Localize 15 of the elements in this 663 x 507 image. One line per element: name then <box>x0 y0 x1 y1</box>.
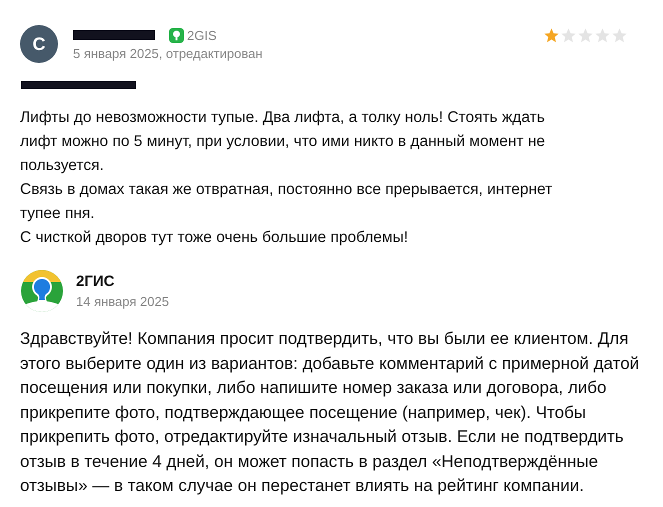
star-icon <box>577 27 594 44</box>
reply-text: Здравствуйте! Компания просит подтвердить, что вы были ее клиентом. Для этого выберите один из вариантов: добавьте комментарий с примерной датой посещения или покупки, либо напишите номер заказа или договора, либо прикрепите фото, подтверждающее посещение (например, чек). Чтобы прикрепить фото, отредактируйте изначальный отзыв. Если не подтвердить отзыв в течение 4 дней, он может попасть в раздел «Неподтверждённые отзывы» — в таком случае он перестанет влиять на рейтинг компании. <box>20 328 640 497</box>
star-icon <box>594 27 611 44</box>
source-label: 2GIS <box>187 28 217 42</box>
avatar: С <box>20 25 58 63</box>
review-date: 5 января 2025, отредактирован <box>73 46 264 60</box>
star-icon <box>560 27 577 44</box>
review-text: Лифты до невозможности тупые. Два лифта, а толку ноль! Стоять ждать лифт можно по 5 минут, при условии, что ими никто в данный момент не пользуется. <box>20 108 546 176</box>
star-icon <box>543 27 560 44</box>
map-pin-icon <box>169 28 184 42</box>
reply-date: 14 января 2025 <box>76 294 169 309</box>
star-icon <box>611 27 628 44</box>
review-text: С чисткой дворов тут тоже очень большие проблемы! <box>20 228 410 248</box>
review-text: Связь в домах такая же отвратная, постоянно все прерывается, интернет тупее пня. <box>20 180 554 224</box>
reply-author: 2ГИС <box>76 273 116 290</box>
